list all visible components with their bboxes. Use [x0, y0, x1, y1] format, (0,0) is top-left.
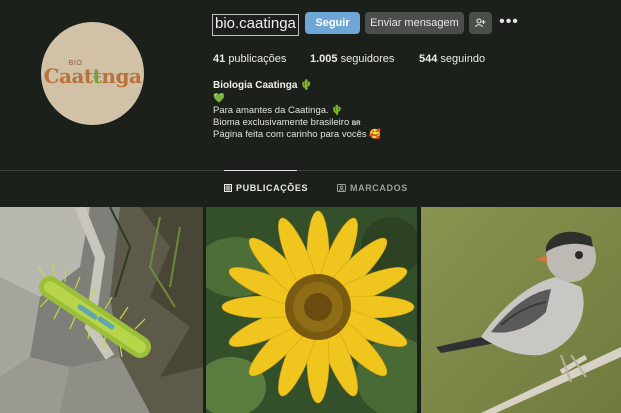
cactus-emoji-icon: 🌵: [300, 80, 313, 91]
more-options-icon[interactable]: •••: [499, 12, 519, 34]
sunflower-photo: [206, 207, 417, 413]
active-tab-indicator: [224, 170, 297, 171]
post-thumbnail[interactable]: [206, 207, 417, 413]
post-thumbnail[interactable]: [421, 207, 621, 413]
caterpillar-photo: [0, 207, 203, 413]
bio-line-2: Bioma exclusivamente brasileiro BR: [213, 117, 361, 128]
send-message-button[interactable]: Enviar mensagem: [365, 12, 464, 34]
following-count-label: seguindo: [440, 53, 486, 65]
followers-count[interactable]: 1.005 seguidores: [310, 53, 394, 65]
tag-icon: [337, 184, 346, 192]
profile-avatar[interactable]: BIO Caatŧnga: [41, 22, 144, 125]
posts-count: 41 publicações: [213, 53, 286, 65]
logo-text-left: Caat: [43, 63, 94, 88]
following-count[interactable]: 544 seguindo: [419, 53, 485, 65]
tab-marcados[interactable]: MARCADOS: [337, 183, 408, 193]
bio-line-1: Para amantes da Caatinga. 🌵: [213, 105, 343, 116]
grid-icon: [224, 184, 232, 192]
post-thumbnail[interactable]: [0, 207, 203, 413]
suggest-accounts-button[interactable]: [469, 12, 492, 34]
green-heart-icon: 💚: [213, 93, 225, 104]
smiling-hearts-emoji-icon: 🥰: [369, 129, 382, 140]
followers-count-label: seguidores: [340, 53, 395, 65]
follow-button[interactable]: Seguir: [305, 12, 360, 34]
posts-count-value: 41: [213, 53, 226, 65]
posts-count-label: publicações: [228, 53, 287, 65]
tab-publicacoes[interactable]: PUBLICAÇÕES: [224, 183, 308, 193]
tab-publicacoes-label: PUBLICAÇÕES: [236, 183, 309, 193]
profile-username: bio.caatinga: [212, 14, 299, 36]
person-add-icon: [475, 18, 486, 28]
bio-line-3: Página feita com carinho para vocês 🥰: [213, 129, 381, 140]
tabs-divider: [0, 170, 621, 171]
bio-line-3-text: Página feita com carinho para vocês: [213, 129, 367, 140]
logo-text-right: nga: [101, 63, 142, 88]
full-name-text: Biologia Caatinga: [213, 80, 298, 91]
brazil-flag-icon: BR: [351, 121, 361, 127]
avatar-logo-text: Caatŧnga: [44, 64, 142, 88]
bio-line-2-text: Bioma exclusivamente brasileiro: [213, 117, 350, 128]
cactus-emoji-icon: 🌵: [331, 105, 344, 116]
following-count-value: 544: [419, 53, 438, 65]
bio-line-1-text: Para amantes da Caatinga.: [213, 105, 329, 116]
bio-heart-line: 💚: [213, 93, 225, 104]
followers-count-value: 1.005: [310, 53, 338, 65]
profile-full-name: Biologia Caatinga 🌵: [213, 80, 313, 91]
tab-marcados-label: MARCADOS: [350, 183, 408, 193]
bird-photo: [421, 207, 621, 413]
